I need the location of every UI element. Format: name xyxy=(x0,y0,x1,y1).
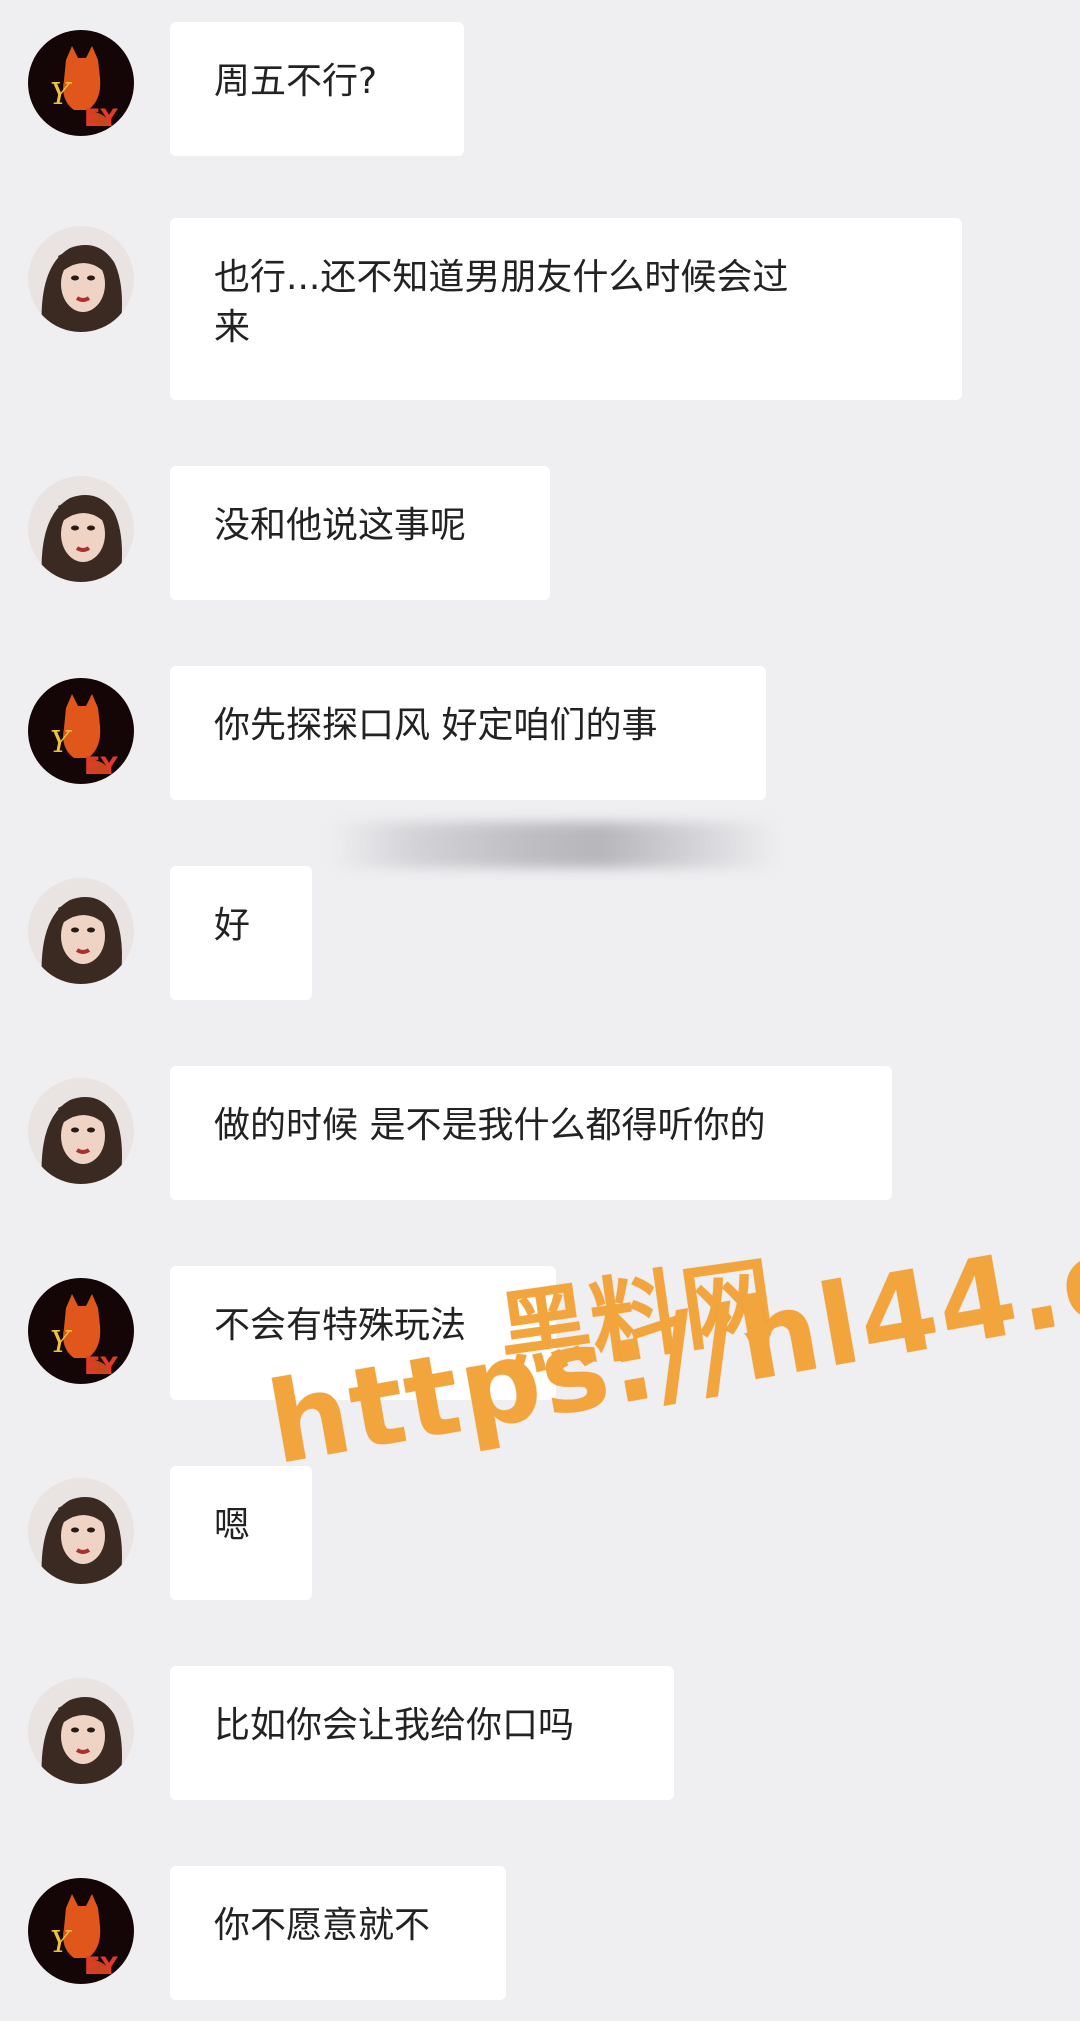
woman-portrait-avatar-icon[interactable] xyxy=(28,1478,134,1584)
message-bubble[interactable]: 好 xyxy=(170,866,312,1000)
message-bubble[interactable]: 也行...还不知道男朋友什么时候会过 来 xyxy=(170,218,962,400)
woman-portrait-avatar-icon[interactable] xyxy=(28,226,134,332)
message-bubble[interactable]: 你先探探口风 好定咱们的事 xyxy=(170,666,766,800)
woman-portrait-avatar-icon[interactable] xyxy=(28,878,134,984)
chat-thread: Y EY 周五不行? 也行...还不知道男朋友什么时候会过 来 没和他说这事呢 … xyxy=(0,0,1080,2021)
message-bubble[interactable]: 做的时候 是不是我什么都得听你的 xyxy=(170,1066,892,1200)
svg-text:Y: Y xyxy=(50,1925,73,1960)
svg-text:EY: EY xyxy=(84,1952,118,1980)
woman-portrait-avatar-icon[interactable] xyxy=(28,476,134,582)
blurred-redaction xyxy=(330,822,780,868)
message-bubble[interactable]: 比如你会让我给你口吗 xyxy=(170,1666,674,1800)
svg-text:EY: EY xyxy=(84,1352,118,1380)
cat-ey-avatar-icon[interactable]: Y EY xyxy=(28,30,134,136)
cat-ey-avatar-icon[interactable]: Y EY xyxy=(28,678,134,784)
svg-text:Y: Y xyxy=(50,1325,73,1360)
svg-text:EY: EY xyxy=(84,752,118,780)
svg-text:EY: EY xyxy=(84,104,118,132)
woman-portrait-avatar-icon[interactable] xyxy=(28,1678,134,1784)
woman-portrait-avatar-icon[interactable] xyxy=(28,1078,134,1184)
message-bubble[interactable]: 你不愿意就不 xyxy=(170,1866,506,2000)
svg-text:Y: Y xyxy=(50,77,73,112)
cat-ey-avatar-icon[interactable]: Y EY xyxy=(28,1878,134,1984)
message-bubble[interactable]: 周五不行? xyxy=(170,22,464,156)
message-bubble[interactable]: 没和他说这事呢 xyxy=(170,466,550,600)
svg-text:Y: Y xyxy=(50,725,73,760)
cat-ey-avatar-icon[interactable]: Y EY xyxy=(28,1278,134,1384)
